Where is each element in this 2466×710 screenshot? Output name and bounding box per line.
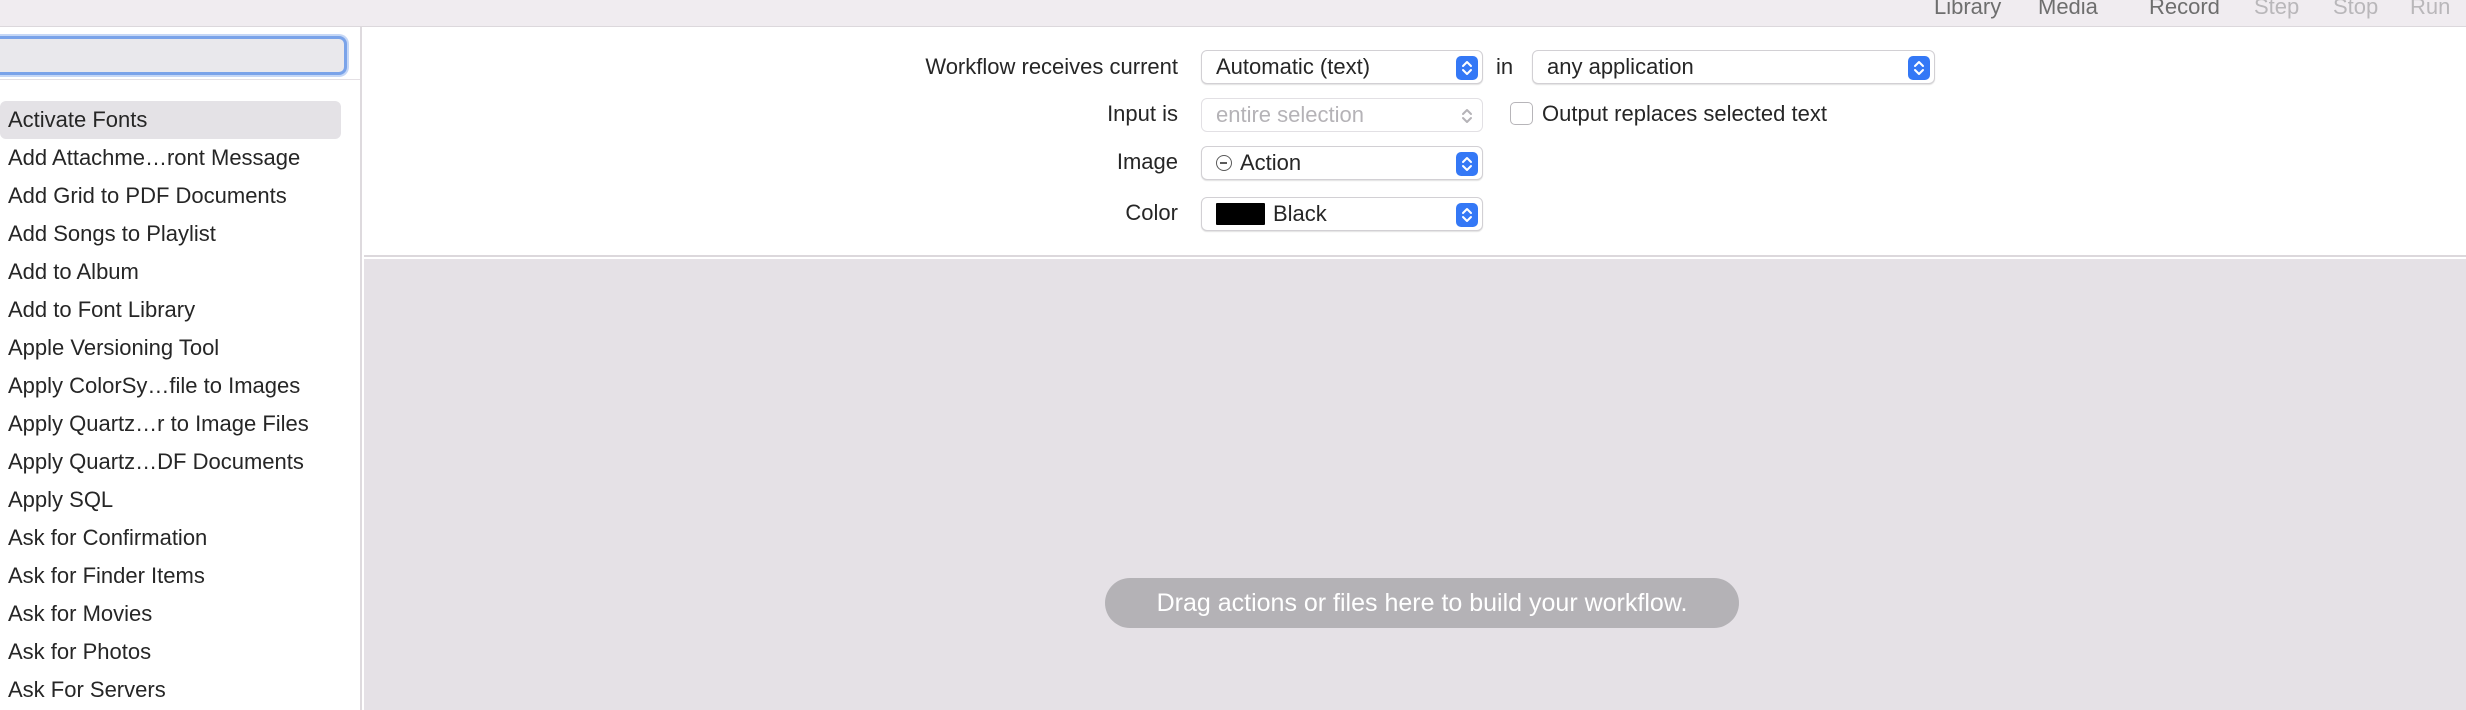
action-list-item[interactable]: Apply ColorSy…file to Images (0, 367, 341, 405)
action-list-item[interactable]: Apply Quartz…DF Documents (0, 443, 341, 481)
color-label: Color (1125, 200, 1178, 225)
action-list-item[interactable]: Ask for Finder Items (0, 557, 341, 595)
popup-stepper-icon (1456, 152, 1478, 176)
popup-stepper-icon (1908, 56, 1930, 80)
output-replaces-checkbox[interactable] (1510, 102, 1533, 125)
action-list-item[interactable]: Apple Versioning Tool (0, 329, 341, 367)
color-swatch (1216, 203, 1265, 225)
application-popup[interactable]: any application (1532, 50, 1935, 84)
action-list-item[interactable]: Apply Quartz…r to Image Files (0, 405, 341, 443)
output-replaces-label: Output replaces selected text (1542, 101, 1827, 126)
action-list-item[interactable]: Ask For Servers (0, 671, 341, 709)
library-button[interactable]: Library (1934, 0, 2001, 18)
search-divider (0, 79, 360, 80)
in-label: in (1496, 54, 1514, 79)
color-value: Black (1273, 201, 1327, 226)
popup-stepper-icon (1456, 203, 1478, 227)
input-is-value: entire selection (1216, 102, 1364, 127)
input-type-popup[interactable]: Automatic (text) (1201, 50, 1483, 84)
drop-hint: Drag actions or files here to build your… (1105, 578, 1739, 628)
action-search-field[interactable] (0, 36, 347, 75)
input-type-value: Automatic (text) (1216, 54, 1371, 79)
popup-stepper-icon (1456, 56, 1478, 80)
record-button[interactable]: Record (2149, 0, 2220, 18)
image-value: Action (1240, 150, 1302, 175)
application-value: any application (1547, 54, 1694, 79)
workflow-receives-label: Workflow receives current (925, 54, 1178, 79)
action-list-item[interactable]: Add Attachme…ront Message (0, 139, 341, 177)
action-list-item[interactable]: Add Songs to Playlist (0, 215, 341, 253)
action-library-sidebar: Activate Fonts Add Attachme…ront Message… (0, 27, 362, 710)
workflow-settings-panel: Workflow receives current Automatic (tex… (364, 27, 2466, 257)
input-is-label: Input is (1107, 101, 1178, 126)
action-list-item[interactable]: Apply SQL (0, 481, 341, 519)
action-list-item[interactable]: Add Grid to PDF Documents (0, 177, 341, 215)
action-list-item[interactable]: Ask for Confirmation (0, 519, 341, 557)
popup-stepper-icon (1456, 104, 1478, 128)
action-list-item[interactable]: Add to Album (0, 253, 341, 291)
run-button[interactable]: Run (2410, 0, 2450, 18)
action-list: Activate Fonts Add Attachme…ront Message… (0, 101, 360, 709)
action-list-item[interactable]: Activate Fonts (0, 101, 341, 139)
stop-button[interactable]: Stop (2333, 0, 2378, 18)
step-button[interactable]: Step (2254, 0, 2299, 18)
image-label: Image (1116, 149, 1178, 174)
media-button[interactable]: Media (2038, 0, 2098, 18)
action-list-item[interactable]: Ask for Movies (0, 595, 341, 633)
action-icon (1216, 155, 1232, 171)
action-list-item[interactable]: Add to Font Library (0, 291, 341, 329)
input-is-popup[interactable]: entire selection (1201, 98, 1483, 132)
action-list-item[interactable]: Ask for Photos (0, 633, 341, 671)
image-popup[interactable]: Action (1201, 146, 1483, 180)
workflow-canvas[interactable]: Drag actions or files here to build your… (364, 259, 2466, 710)
color-popup[interactable]: Black (1201, 197, 1483, 231)
toolbar: Library Media Record Step Stop Run (0, 0, 2466, 27)
